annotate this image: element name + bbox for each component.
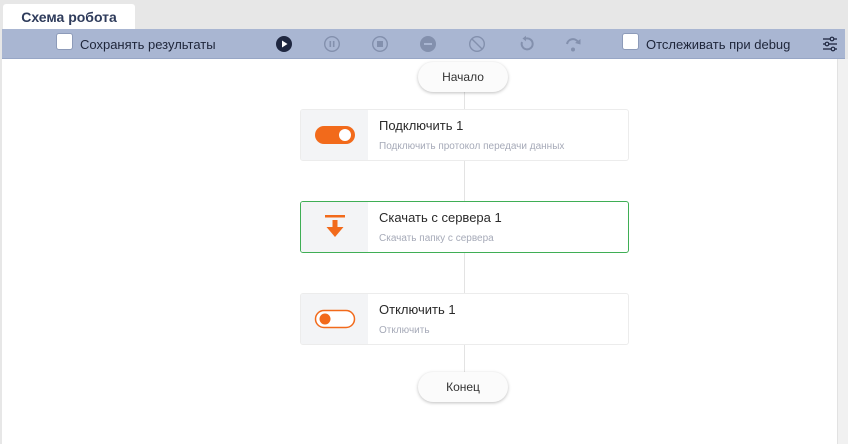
settings-sliders-icon[interactable] [821,35,839,53]
stop-icon[interactable] [371,35,389,53]
step-over-icon[interactable] [564,35,582,53]
flow-node-download[interactable]: Скачать с сервера 1 Скачать папку с серв… [300,201,629,253]
vertical-scrollbar[interactable] [837,59,848,444]
pause-icon[interactable] [323,35,341,53]
node-subtitle: Скачать папку с сервера [379,233,494,244]
restart-icon[interactable] [517,35,535,53]
flow-node-connect[interactable]: Подключить 1 Подключить протокол передач… [300,109,629,161]
node-title: Отключить 1 [379,302,456,317]
cancel-icon[interactable] [468,35,486,53]
tab-robot-scheme[interactable]: Схема робота [3,4,135,29]
node-subtitle: Подключить протокол передачи данных [379,141,565,152]
flow-canvas[interactable]: Начало Подключить 1 Подключить протокол … [2,59,837,444]
stop-minus-icon[interactable] [419,35,437,53]
track-debug-checkbox[interactable] [622,33,639,50]
end-node[interactable]: Конец [418,372,508,402]
save-results-checkbox[interactable] [56,33,73,50]
node-title: Скачать с сервера 1 [379,210,502,225]
track-debug-label: Отслеживать при debug [646,37,791,52]
tab-bar: Схема робота [0,0,848,29]
connector-line [464,343,465,373]
play-icon[interactable] [275,35,293,53]
flow-node-disconnect[interactable]: Отключить 1 Отключить [300,293,629,345]
node-subtitle: Отключить [379,325,430,336]
connector-line [464,159,465,201]
toolbar: Сохранять результаты Отслеживать при deb… [2,29,845,59]
node-title: Подключить 1 [379,118,464,133]
save-results-label: Сохранять результаты [80,37,216,52]
connector-line [464,251,465,293]
toggle-off-icon [301,294,368,344]
toggle-on-icon [301,110,368,160]
start-node[interactable]: Начало [418,62,508,92]
download-icon [301,202,368,252]
